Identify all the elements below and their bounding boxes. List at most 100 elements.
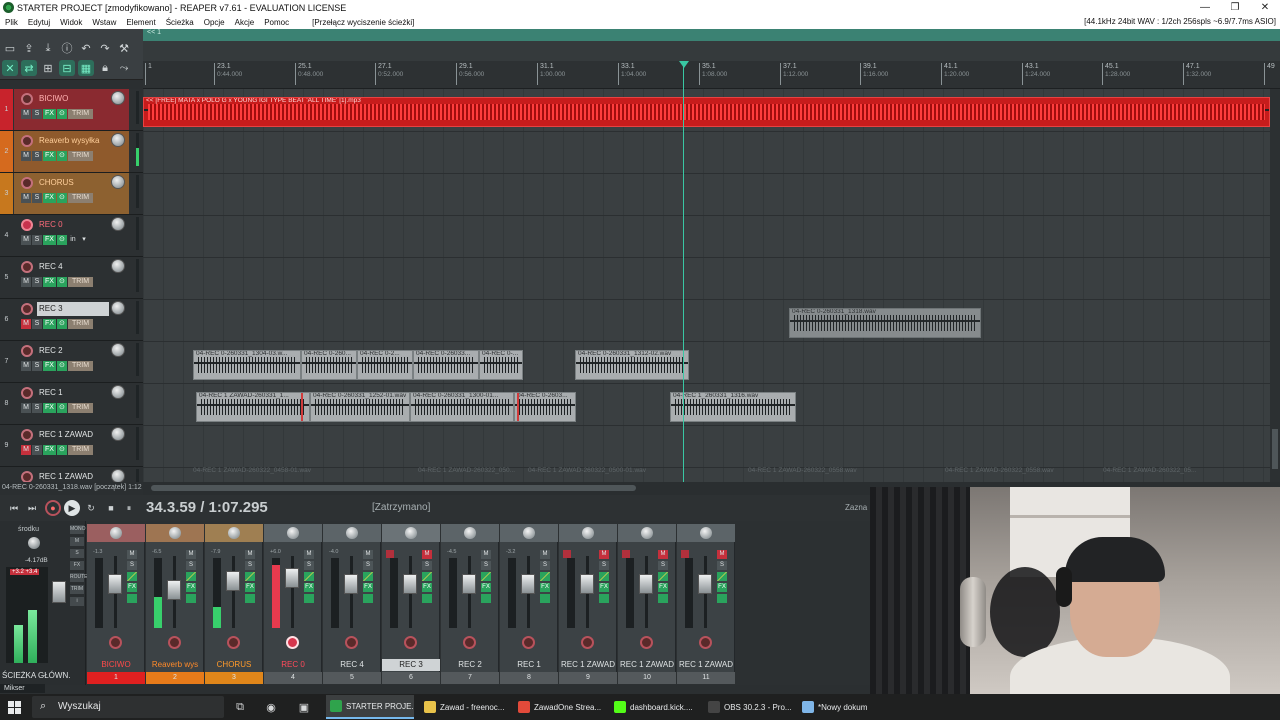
media-item[interactable]: 04-REC 0-26033...: [413, 350, 479, 380]
menu-actions[interactable]: Akcje: [230, 18, 260, 27]
ripple-edit-icon[interactable]: ✕: [2, 60, 18, 76]
track-io-button[interactable]: ⊙: [56, 319, 67, 329]
strip-track-number[interactable]: 4: [264, 672, 322, 684]
taskbar-app-button[interactable]: Zawad - freenoc...: [420, 695, 508, 719]
strip-mute-button[interactable]: M: [363, 550, 373, 559]
snap-icon[interactable]: ⊞: [40, 60, 56, 76]
volume-fader[interactable]: [698, 574, 712, 594]
track-number[interactable]: 7: [0, 341, 13, 382]
track-volume-knob[interactable]: [111, 217, 125, 231]
strip-track-number[interactable]: 5: [323, 672, 381, 684]
track-number[interactable]: 5: [0, 257, 13, 298]
strip-io-button[interactable]: [658, 594, 668, 603]
minimize-button[interactable]: —: [1190, 2, 1220, 13]
strip-fx-button[interactable]: FX: [481, 583, 491, 592]
track-solo-button[interactable]: S: [32, 361, 42, 371]
strip-record-arm-button[interactable]: [581, 636, 594, 649]
strip-solo-button[interactable]: S: [304, 561, 314, 570]
pan-knob[interactable]: [464, 527, 476, 539]
strip-io-button[interactable]: [127, 594, 137, 603]
strip-track-number[interactable]: 6: [382, 672, 440, 684]
track-fx-button[interactable]: FX: [43, 109, 56, 119]
record-arm-button[interactable]: [21, 345, 33, 357]
track-row[interactable]: 6 REC 3 M S FX ⊙ TRIM: [0, 299, 143, 341]
phase-invert-button[interactable]: [658, 572, 668, 581]
mixer-strip[interactable]: M S FX REC 1 ZAWAD 9: [559, 524, 617, 684]
track-number[interactable]: 9: [0, 425, 13, 466]
track-number[interactable]: 1: [0, 89, 13, 130]
track-name[interactable]: REC 4: [37, 260, 109, 274]
track-mute-button[interactable]: M: [21, 403, 31, 413]
track-trim-button[interactable]: TRIM: [67, 319, 94, 329]
mixer-strip[interactable]: M S FX REC 1 ZAWAD 10: [618, 524, 676, 684]
locking-icon[interactable]: 🔒︎: [97, 60, 113, 76]
auto-crossfade-icon[interactable]: ⤳: [116, 60, 132, 76]
record-arm-button[interactable]: [21, 219, 33, 231]
track-name[interactable]: Reaverb wysyłka: [37, 134, 109, 148]
phase-invert-button[interactable]: [127, 572, 137, 581]
master-trim-button[interactable]: TRIM: [70, 585, 84, 594]
track-trim-button[interactable]: TRIM: [67, 277, 94, 287]
save-project-icon[interactable]: ⤓: [40, 40, 56, 56]
mixer-strip[interactable]: -1.3 M S FX BICIWO 1: [87, 524, 145, 684]
track-volume-knob[interactable]: [111, 469, 125, 482]
envelope-lock-icon[interactable]: ▦: [78, 60, 94, 76]
track-fx-button[interactable]: FX: [43, 277, 56, 287]
maximize-button[interactable]: ❐: [1220, 2, 1250, 13]
strip-track-name[interactable]: REC 1: [500, 659, 558, 671]
pan-knob[interactable]: [169, 527, 181, 539]
track-mute-button[interactable]: M: [21, 361, 31, 371]
track-solo-button[interactable]: S: [32, 235, 42, 245]
ruler-mark[interactable]: 1: [145, 63, 152, 85]
strip-track-number[interactable]: 1: [87, 672, 145, 684]
track-row[interactable]: 7 REC 2 M S FX ⊙ TRIM: [0, 341, 143, 383]
play-button[interactable]: ▶: [64, 500, 80, 516]
strip-track-name[interactable]: CHORUS: [205, 659, 263, 671]
volume-fader[interactable]: [226, 571, 240, 591]
track-fx-button[interactable]: FX: [43, 445, 56, 455]
track-trim-button[interactable]: TRIM: [67, 445, 94, 455]
ruler-mark[interactable]: 23.1 0:44.000: [214, 63, 242, 85]
record-button[interactable]: ●: [45, 500, 61, 516]
pan-knob[interactable]: [405, 527, 417, 539]
strip-mute-button[interactable]: M: [245, 550, 255, 559]
strip-track-name[interactable]: REC 1 ZAWAD: [559, 659, 617, 671]
strip-record-arm-button[interactable]: [227, 636, 240, 649]
strip-solo-button[interactable]: S: [540, 561, 550, 570]
strip-io-button[interactable]: [481, 594, 491, 603]
track-volume-knob[interactable]: [111, 385, 125, 399]
strip-io-button[interactable]: [245, 594, 255, 603]
track-mute-button[interactable]: M: [21, 319, 31, 329]
edit-cursor[interactable]: [683, 61, 684, 482]
pan-knob[interactable]: [523, 527, 535, 539]
taskbar-app-button[interactable]: *Nowy dokum: [798, 695, 872, 719]
track-solo-button[interactable]: S: [32, 403, 42, 413]
ruler-mark[interactable]: 31.1 1:00.000: [537, 63, 565, 85]
master-mute-button[interactable]: M: [70, 537, 84, 546]
track-solo-button[interactable]: S: [32, 319, 42, 329]
mixer-strip[interactable]: +6.0 M S FX REC 04: [264, 524, 322, 684]
new-project-icon[interactable]: ▭: [2, 40, 18, 56]
track-volume-knob[interactable]: [111, 343, 125, 357]
strip-track-number[interactable]: 10: [618, 672, 676, 684]
track-name[interactable]: REC 2: [37, 344, 109, 358]
track-name[interactable]: REC 1 ZAWAD: [37, 428, 109, 442]
strip-solo-button[interactable]: S: [422, 561, 432, 570]
menu-edit[interactable]: Edytuj: [23, 18, 55, 27]
strip-mute-button[interactable]: M: [599, 550, 609, 559]
strip-solo-button[interactable]: S: [186, 561, 196, 570]
strip-track-number[interactable]: 11: [677, 672, 735, 684]
media-item[interactable]: 04-REC 0-260331_1318.wav: [789, 308, 981, 338]
media-item[interactable]: 04-REC 1 ZAWAD-260331_1...: [196, 392, 310, 422]
track-number[interactable]: 4: [0, 215, 13, 256]
mixer-strip[interactable]: -3.2 M S FX REC 18: [500, 524, 558, 684]
master-volume-fader[interactable]: [52, 581, 66, 603]
pan-knob[interactable]: [582, 527, 594, 539]
track-io-button[interactable]: ⊙: [56, 109, 67, 119]
track-number[interactable]: [0, 467, 13, 482]
track-trim-button[interactable]: TRIM: [67, 193, 94, 203]
strip-mute-button[interactable]: M: [422, 550, 432, 559]
track-solo-button[interactable]: S: [32, 445, 42, 455]
phase-invert-button[interactable]: [717, 572, 727, 581]
master-mono-button[interactable]: MONO: [70, 525, 86, 534]
